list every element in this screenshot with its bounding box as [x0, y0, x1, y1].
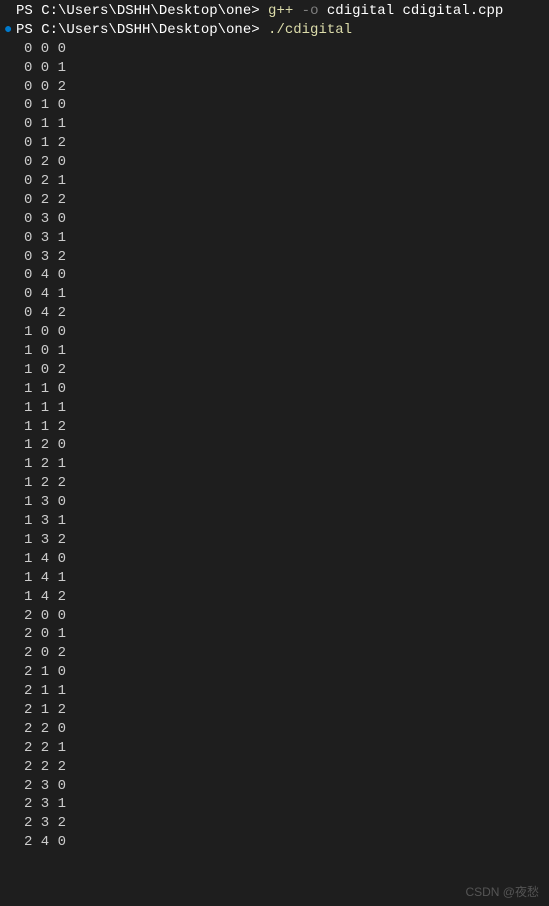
output-line: 0 3 2 — [4, 248, 545, 267]
terminal-prompt-line-2: ●PS C:\Users\DSHH\Desktop\one> ./cdigita… — [4, 21, 545, 40]
output-line: 1 4 2 — [4, 588, 545, 607]
output-line: 2 0 1 — [4, 625, 545, 644]
output-line: 1 0 2 — [4, 361, 545, 380]
modified-indicator-icon: ● — [4, 21, 16, 40]
output-line: 1 1 0 — [4, 380, 545, 399]
output-line: 2 4 0 — [4, 833, 545, 852]
output-line: 2 1 0 — [4, 663, 545, 682]
command-flag: -o — [293, 3, 318, 19]
output-line: 2 0 0 — [4, 607, 545, 626]
output-line: 0 0 2 — [4, 78, 545, 97]
terminal-prompt-line-1: PS C:\Users\DSHH\Desktop\one> g++ -o cdi… — [4, 2, 545, 21]
watermark-text: CSDN @夜愁 — [465, 884, 539, 900]
command-name: g++ — [268, 3, 293, 19]
terminal-output: 0 0 00 0 10 0 20 1 00 1 10 1 20 2 00 2 1… — [4, 40, 545, 852]
output-line: 1 3 2 — [4, 531, 545, 550]
output-line: 1 2 0 — [4, 436, 545, 455]
output-line: 2 1 1 — [4, 682, 545, 701]
output-line: 1 2 2 — [4, 474, 545, 493]
prompt-path: PS C:\Users\DSHH\Desktop\one> — [16, 3, 268, 19]
command-args: cdigital cdigital.cpp — [318, 3, 503, 19]
output-line: 0 0 0 — [4, 40, 545, 59]
output-line: 0 3 0 — [4, 210, 545, 229]
output-line: 1 2 1 — [4, 455, 545, 474]
output-line: 1 3 1 — [4, 512, 545, 531]
output-line: 1 4 1 — [4, 569, 545, 588]
output-line: 1 1 2 — [4, 418, 545, 437]
output-line: 0 4 1 — [4, 285, 545, 304]
output-line: 2 3 1 — [4, 795, 545, 814]
output-line: 0 2 0 — [4, 153, 545, 172]
output-line: 0 0 1 — [4, 59, 545, 78]
output-line: 2 3 0 — [4, 777, 545, 796]
output-line: 2 2 2 — [4, 758, 545, 777]
output-line: 1 1 1 — [4, 399, 545, 418]
output-line: 0 1 2 — [4, 134, 545, 153]
output-line: 0 1 1 — [4, 115, 545, 134]
output-line: 2 3 2 — [4, 814, 545, 833]
output-line: 0 2 2 — [4, 191, 545, 210]
output-line: 0 3 1 — [4, 229, 545, 248]
output-line: 2 1 2 — [4, 701, 545, 720]
command-name: ./cdigital — [268, 22, 352, 38]
output-line: 1 0 1 — [4, 342, 545, 361]
output-line: 0 4 2 — [4, 304, 545, 323]
prompt-path: PS C:\Users\DSHH\Desktop\one> — [16, 22, 268, 38]
output-line: 1 3 0 — [4, 493, 545, 512]
output-line: 1 4 0 — [4, 550, 545, 569]
output-line: 2 0 2 — [4, 644, 545, 663]
output-line: 1 0 0 — [4, 323, 545, 342]
output-line: 0 1 0 — [4, 96, 545, 115]
output-line: 0 2 1 — [4, 172, 545, 191]
output-line: 2 2 0 — [4, 720, 545, 739]
output-line: 2 2 1 — [4, 739, 545, 758]
output-line: 0 4 0 — [4, 266, 545, 285]
